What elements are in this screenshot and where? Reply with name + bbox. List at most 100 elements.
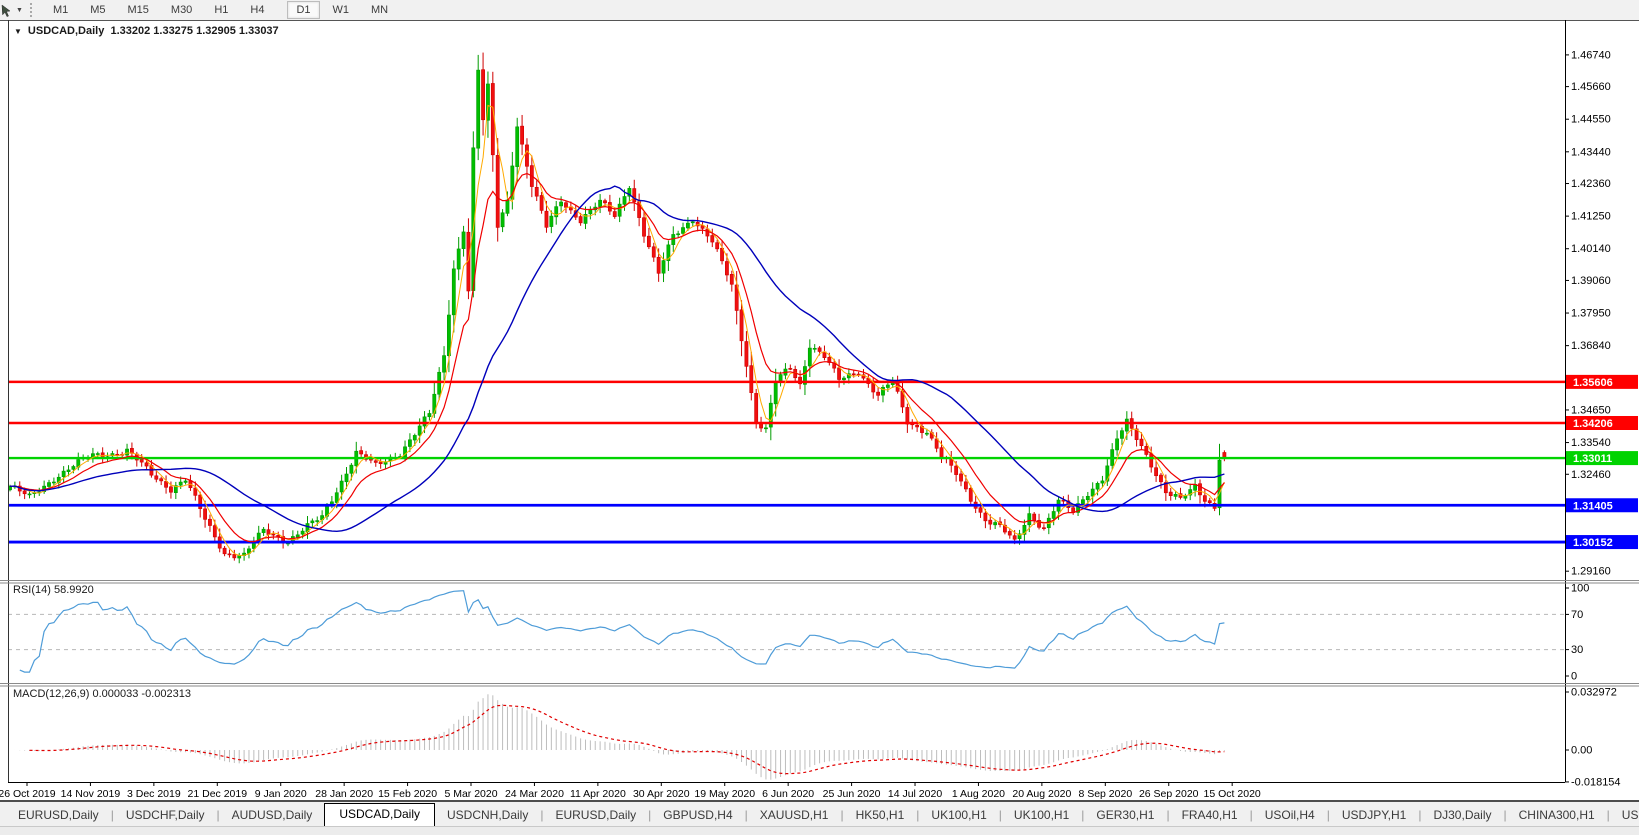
date-tick-label: 11 Apr 2020 — [570, 788, 626, 800]
candle-body — [774, 381, 777, 403]
cursor-tool-group: ▼ — [2, 3, 42, 17]
symbol-tab-gbpusd-h4[interactable]: GBPUSD,H4 — [651, 805, 744, 825]
candle-body — [1096, 483, 1099, 489]
timeframe-button-m1[interactable]: M1 — [44, 1, 77, 19]
timeframe-button-w1[interactable]: W1 — [324, 1, 359, 19]
timeframe-button-h4[interactable]: H4 — [241, 1, 273, 19]
price-tick-label: 1.45660 — [1571, 81, 1611, 93]
symbol-tab-usoil-h1[interactable]: USOil,H1 — [1610, 805, 1639, 825]
candle-body — [1169, 492, 1172, 496]
candle-body — [662, 261, 665, 274]
candle-body — [96, 454, 99, 455]
candle-body — [979, 508, 982, 513]
candle-body — [267, 530, 270, 535]
date-tick-label: 30 Apr 2020 — [633, 788, 690, 800]
crosshair-tool-icon[interactable] — [0, 4, 13, 17]
symbol-tab-hk50-h1[interactable]: HK50,H1 — [844, 805, 917, 825]
timeframe-button-h1[interactable]: H1 — [205, 1, 237, 19]
candle-body — [1120, 431, 1123, 439]
price-tick-label: 1.41250 — [1571, 211, 1611, 223]
candle-body — [233, 554, 236, 557]
date-tick-label: 26 Sep 2020 — [1139, 788, 1199, 800]
candle-body — [657, 257, 660, 273]
candle-body — [647, 236, 650, 247]
date-tick-label: 6 Jun 2020 — [762, 788, 814, 800]
candle-body — [194, 488, 197, 495]
date-tick-label: 15 Feb 2020 — [378, 788, 437, 800]
timeframe-buttons: M1M5 M15M30H1H4 D1 W1MN — [42, 4, 399, 17]
candle-body — [418, 426, 421, 435]
candle-body — [1223, 452, 1226, 457]
candle-body — [877, 392, 880, 395]
timeframe-button-m30[interactable]: M30 — [162, 1, 201, 19]
symbol-tab-usoil-h4[interactable]: USOil,H4 — [1253, 805, 1327, 825]
candle-body — [740, 310, 743, 341]
chevron-down-icon[interactable]: ▼ — [16, 7, 23, 14]
timeframe-toolbar: ▼ M1M5 M15M30H1H4 D1 W1MN — [0, 0, 1639, 21]
candle-body — [208, 519, 211, 525]
candle-body — [1140, 439, 1143, 446]
candle-body — [1218, 460, 1221, 508]
symbol-tab-eurusd-daily[interactable]: EURUSD,Daily — [543, 805, 648, 825]
candle-body — [213, 526, 216, 537]
symbol-tab-usdcad-daily[interactable]: USDCAD,Daily — [324, 803, 435, 828]
price-tick-label: 1.39060 — [1571, 275, 1611, 287]
price-chart-canvas[interactable]: 1.467401.456601.445501.434401.423601.412… — [0, 20, 1639, 800]
price-tick-label: 1.36840 — [1571, 340, 1611, 352]
candle-body — [872, 383, 875, 392]
date-tick-label: 9 Jan 2020 — [255, 788, 307, 800]
level-price-tag-label: 1.31405 — [1573, 500, 1613, 512]
price-tick-label: 1.37950 — [1571, 308, 1611, 320]
candle-body — [969, 488, 972, 501]
candle-body — [633, 189, 636, 202]
symbol-tab-eurusd-daily[interactable]: EURUSD,Daily — [6, 805, 111, 825]
symbol-tab-xauusd-h1[interactable]: XAUUSD,H1 — [748, 805, 841, 825]
candle-body — [1174, 494, 1177, 496]
date-tick-label: 24 Mar 2020 — [505, 788, 564, 800]
symbol-tab-usdchf-daily[interactable]: USDCHF,Daily — [114, 805, 217, 825]
candle-body — [672, 234, 675, 244]
level-price-tag-label: 1.35606 — [1573, 377, 1613, 389]
timeframe-button-m5[interactable]: M5 — [81, 1, 114, 19]
symbol-tab-audusd-daily[interactable]: AUDUSD,Daily — [220, 805, 325, 825]
level-price-tag-label: 1.33011 — [1573, 453, 1612, 465]
date-tick-label: 1 Aug 2020 — [952, 788, 1005, 800]
symbol-tab-fra40-h1[interactable]: FRA40,H1 — [1170, 805, 1250, 825]
candle-body — [160, 479, 163, 481]
timeframe-button-m15[interactable]: M15 — [119, 1, 158, 19]
symbol-tab-usdcnh-daily[interactable]: USDCNH,Daily — [435, 805, 540, 825]
candle-body — [125, 449, 128, 455]
price-tick-label: 1.42360 — [1571, 178, 1611, 190]
candle-body — [1115, 439, 1118, 450]
candle-body — [423, 417, 426, 426]
candle-body — [47, 483, 50, 487]
candle-body — [886, 385, 889, 388]
candle-body — [1208, 501, 1211, 503]
candle-body — [755, 393, 758, 423]
candle-body — [428, 413, 431, 416]
candle-body — [1052, 511, 1055, 518]
symbol-tab-uk100-h1[interactable]: UK100,H1 — [919, 805, 998, 825]
candle-body — [62, 471, 65, 477]
candle-body — [618, 204, 621, 216]
candle-body — [379, 462, 382, 464]
date-tick-label: 5 Mar 2020 — [444, 788, 497, 800]
rsi-tick-label: 70 — [1571, 609, 1583, 621]
candle-body — [984, 513, 987, 521]
symbol-tab-ger30-h1[interactable]: GER30,H1 — [1084, 805, 1166, 825]
candle-body — [925, 433, 928, 434]
timeframe-button-d1[interactable]: D1 — [287, 1, 319, 19]
candle-body — [906, 407, 909, 424]
candle-body — [725, 261, 728, 275]
candle-body — [335, 493, 338, 503]
date-tick-label: 14 Nov 2019 — [61, 788, 121, 800]
symbol-tab-uk100-h1[interactable]: UK100,H1 — [1002, 805, 1081, 825]
level-price-tag-label: 1.30152 — [1573, 537, 1613, 549]
candle-body — [1154, 468, 1157, 476]
symbol-tab-dj30-daily[interactable]: DJ30,Daily — [1421, 805, 1503, 825]
timeframe-button-mn[interactable]: MN — [362, 1, 397, 19]
symbol-tab-usdjpy-h1[interactable]: USDJPY,H1 — [1330, 805, 1418, 825]
symbol-tab-china300-h1[interactable]: CHINA300,H1 — [1507, 805, 1607, 825]
candle-body — [223, 548, 226, 554]
candle-body — [1203, 496, 1206, 502]
